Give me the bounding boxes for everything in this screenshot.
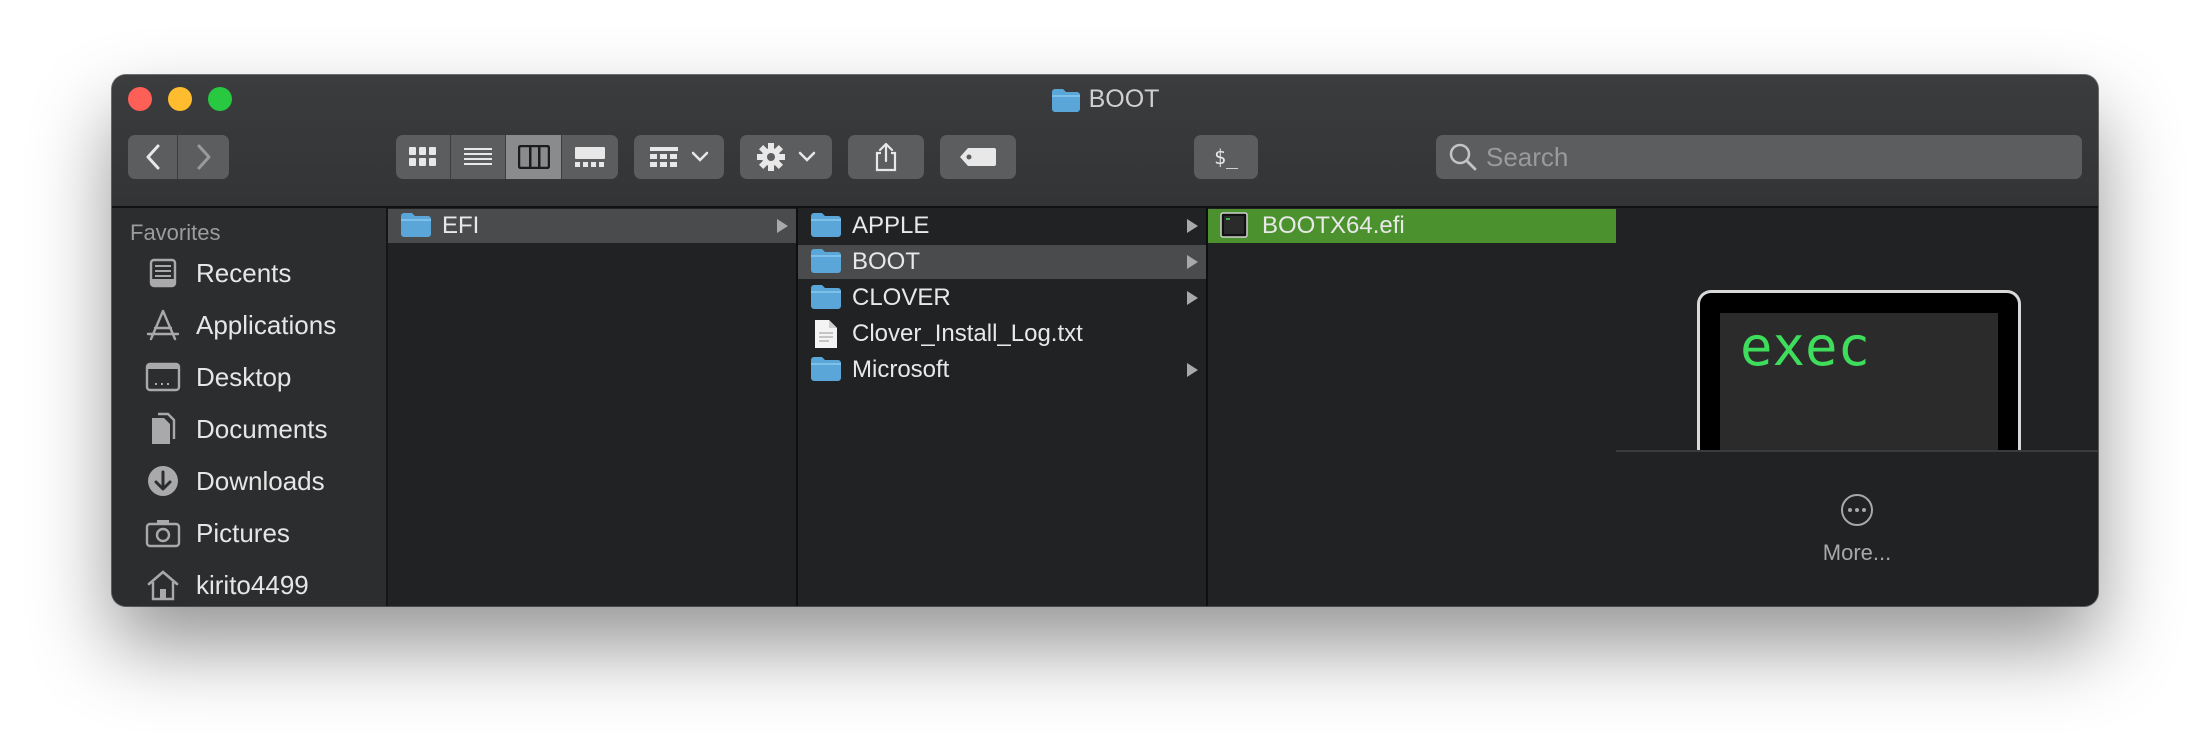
folder-icon: [810, 247, 842, 280]
browser-column-1: EFI: [388, 208, 798, 606]
sidebar-item-label: Applications: [196, 309, 337, 340]
folder-icon: [810, 283, 842, 316]
gear-icon: [757, 143, 785, 171]
item-name: Microsoft: [852, 356, 950, 383]
documents-icon: [144, 410, 182, 448]
folder-icon: [810, 211, 842, 244]
icon-view-icon: [409, 147, 436, 166]
sidebar-item-pictures[interactable]: Pictures: [112, 509, 386, 557]
sidebar-item-desktop[interactable]: Desktop: [112, 353, 386, 401]
item-name: CLOVER: [852, 284, 951, 311]
chevron-down-icon: [691, 151, 709, 162]
preview-pane: exec More...: [1616, 208, 2098, 606]
item-name: EFI: [442, 212, 480, 239]
column-view-button[interactable]: [506, 135, 562, 179]
item-name: Clover_Install_Log.txt: [852, 320, 1083, 347]
preview-thumbnail: exec: [1697, 290, 2021, 450]
share-button[interactable]: [848, 135, 924, 179]
browser-column-3: BOOTX64.efi: [1208, 208, 1618, 606]
toolbar: BOOT $_ Search: [112, 75, 2098, 208]
thumbnail-text: exec: [1740, 315, 1871, 378]
disclosure-arrow-icon: [1187, 291, 1198, 305]
preview-divider: [1616, 450, 2098, 452]
sidebar-item-recents[interactable]: Recents: [112, 249, 386, 297]
item-name: APPLE: [852, 212, 930, 239]
text-file-icon: [814, 319, 838, 354]
list-item-clover[interactable]: CLOVER: [798, 281, 1206, 315]
recents-icon: [144, 254, 182, 292]
sidebar-section-favorites: Favorites: [130, 220, 221, 245]
disclosure-arrow-icon: [1187, 219, 1198, 233]
terminal-label: $_: [1213, 145, 1239, 169]
more-icon: [1841, 494, 1873, 526]
navigation-buttons: [128, 135, 229, 179]
list-item-apple[interactable]: APPLE: [798, 209, 1206, 243]
tag-icon: [960, 148, 996, 166]
list-item-efi[interactable]: EFI: [388, 209, 796, 243]
icon-view-button[interactable]: [396, 135, 451, 179]
pictures-icon: [144, 514, 182, 552]
terminal-button[interactable]: $_: [1194, 135, 1258, 179]
disclosure-arrow-icon: [1187, 363, 1198, 377]
sidebar-item-home[interactable]: kirito4499: [112, 561, 386, 606]
folder-icon: [810, 355, 842, 388]
more-button[interactable]: More...: [1616, 493, 2098, 566]
list-item-microsoft[interactable]: Microsoft: [798, 353, 1206, 387]
search-input[interactable]: [1486, 141, 2082, 173]
sidebar-item-documents[interactable]: Documents: [112, 405, 386, 453]
item-name: BOOTX64.efi: [1262, 212, 1405, 239]
group-by-icon: [650, 147, 678, 167]
terminal-screen: exec: [1720, 313, 1998, 450]
column-view-icon: [517, 145, 550, 169]
share-icon: [875, 142, 897, 172]
window-title-text: BOOT: [1088, 85, 1160, 113]
disclosure-arrow-icon: [777, 219, 788, 233]
sidebar-item-label: Desktop: [196, 361, 292, 392]
forward-button[interactable]: [178, 135, 229, 179]
gallery-view-button[interactable]: [562, 135, 618, 179]
sidebar: Favorites Recents Applications Desktop D…: [112, 208, 388, 606]
view-mode-control: [396, 135, 618, 179]
home-icon: [144, 566, 182, 604]
sidebar-item-label: kirito4499: [196, 569, 309, 600]
window-title: BOOT: [112, 83, 2098, 120]
disclosure-arrow-icon: [1187, 255, 1198, 269]
downloads-icon: [144, 462, 182, 500]
sidebar-item-label: Pictures: [196, 517, 290, 548]
more-label: More...: [1822, 540, 1892, 565]
sidebar-item-downloads[interactable]: Downloads: [112, 457, 386, 505]
desktop-icon: [144, 358, 182, 396]
list-item-bootx64-efi[interactable]: BOOTX64.efi: [1208, 209, 1616, 243]
item-name: BOOT: [852, 248, 921, 275]
finder-window: BOOT $_ Search Favorites Recents Applica…: [112, 75, 2098, 606]
sidebar-item-label: Recents: [196, 257, 292, 288]
folder-icon: [1051, 88, 1081, 120]
list-view-icon: [464, 148, 492, 165]
list-view-button[interactable]: [451, 135, 506, 179]
action-menu-button[interactable]: [740, 135, 832, 179]
chevron-down-icon: [798, 151, 816, 162]
gallery-view-icon: [575, 147, 605, 167]
folder-icon: [400, 211, 432, 244]
list-item-clover-install-log[interactable]: Clover_Install_Log.txt: [798, 317, 1206, 351]
sidebar-item-label: Documents: [196, 413, 328, 444]
applications-icon: [144, 306, 182, 344]
sidebar-item-applications[interactable]: Applications: [112, 301, 386, 349]
group-by-button[interactable]: [634, 135, 724, 179]
chevron-right-icon: [197, 144, 210, 170]
executable-icon: [1220, 211, 1248, 244]
sidebar-item-label: Downloads: [196, 465, 325, 496]
tag-button[interactable]: [940, 135, 1016, 179]
list-item-boot[interactable]: BOOT: [798, 245, 1206, 279]
browser-column-2: APPLE BOOT CLOVER Clover_Install_Log.txt…: [798, 208, 1208, 606]
back-button[interactable]: [128, 135, 178, 179]
search-icon: [1449, 143, 1477, 171]
chevron-left-icon: [146, 144, 159, 170]
search-field[interactable]: [1436, 135, 2082, 179]
